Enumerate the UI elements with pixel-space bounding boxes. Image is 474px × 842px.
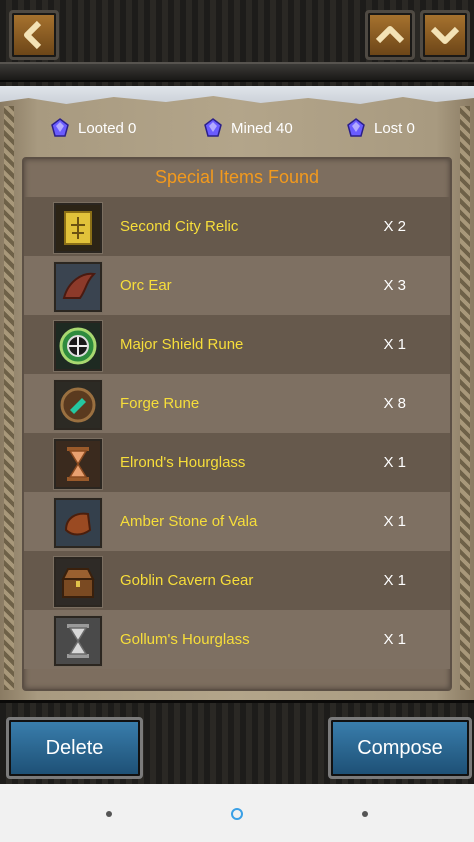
stat-mined: Mined 40 [203,114,293,142]
items-list[interactable]: Second City Relic X 2 Orc Ear X 3 Major … [24,197,450,669]
stat-label: Looted 0 [78,119,137,137]
item-thumbnail [54,203,102,253]
scroll-up-button[interactable] [365,10,415,60]
scroll-down-button[interactable] [420,10,470,60]
list-item[interactable]: Amber Stone of Vala X 1 [24,492,450,551]
nav-dot-left[interactable] [106,811,112,817]
item-quantity: X 1 [383,631,406,648]
treasure-chest-icon [56,559,100,605]
gem-icon [51,118,69,137]
orc-ear-icon [56,264,100,310]
hourglass-icon [56,618,100,664]
relic-icon [56,205,100,251]
item-name: Orc Ear [120,277,172,294]
panel-title: Special Items Found [154,167,320,187]
item-thumbnail [54,498,102,548]
item-name: Goblin Cavern Gear [120,572,254,589]
forge-rune-icon [56,382,100,428]
list-item[interactable]: Goblin Cavern Gear X 1 [24,551,450,610]
item-thumbnail [54,321,102,371]
stat-label: Lost 0 [374,119,415,137]
delete-button[interactable]: Delete [6,717,143,779]
system-nav-bar [0,784,474,842]
item-quantity: X 2 [383,218,406,235]
stat-lost: Lost 0 [346,114,415,142]
gem-icon [204,118,222,137]
item-quantity: X 1 [383,572,406,589]
rope-border-left [4,106,14,690]
item-thumbnail [54,262,102,312]
item-quantity: X 1 [383,336,406,353]
torn-paper-edge [0,86,474,104]
item-name: Second City Relic [120,218,239,235]
stat-looted: Looted 0 [50,114,136,142]
item-thumbnail [54,380,102,430]
item-quantity: X 3 [383,277,406,294]
gem-icon [347,118,365,137]
chevron-up-icon [375,26,405,44]
home-button-icon[interactable] [231,808,243,820]
compose-button[interactable]: Compose [328,717,472,779]
list-item[interactable]: Orc Ear X 3 [24,256,450,315]
back-button[interactable] [9,10,59,60]
shield-rune-icon [56,323,100,369]
item-name: Gollum's Hourglass [120,631,250,648]
stat-label: Mined 40 [231,119,293,137]
rope-border-right [460,106,470,690]
stats-bar: Looted 0 Mined 40 Lost 0 [0,114,474,142]
amber-stone-icon [56,500,100,546]
list-item[interactable]: Major Shield Rune X 1 [24,315,450,374]
item-name: Major Shield Rune [120,336,244,353]
special-items-panel: Special Items Found Second City Relic X … [22,157,452,691]
item-thumbnail [54,557,102,607]
hourglass-icon [56,441,100,487]
nav-dot-right[interactable] [362,811,368,817]
item-quantity: X 1 [383,454,406,471]
item-name: Elrond's Hourglass [120,454,246,471]
item-name: Forge Rune [120,395,200,412]
chevron-left-icon [24,20,42,50]
item-quantity: X 1 [383,513,406,530]
bottom-bar: Delete Compose [0,700,474,787]
item-thumbnail [54,616,102,666]
list-item[interactable]: Elrond's Hourglass X 1 [24,433,450,492]
list-item[interactable]: Forge Rune X 8 [24,374,450,433]
item-thumbnail [54,439,102,489]
list-item[interactable]: Gollum's Hourglass X 1 [24,610,450,669]
chevron-down-icon [430,26,460,44]
item-name: Amber Stone of Vala [120,513,258,530]
item-quantity: X 8 [383,395,406,412]
list-item[interactable]: Second City Relic X 2 [24,197,450,256]
top-bar [0,0,474,89]
